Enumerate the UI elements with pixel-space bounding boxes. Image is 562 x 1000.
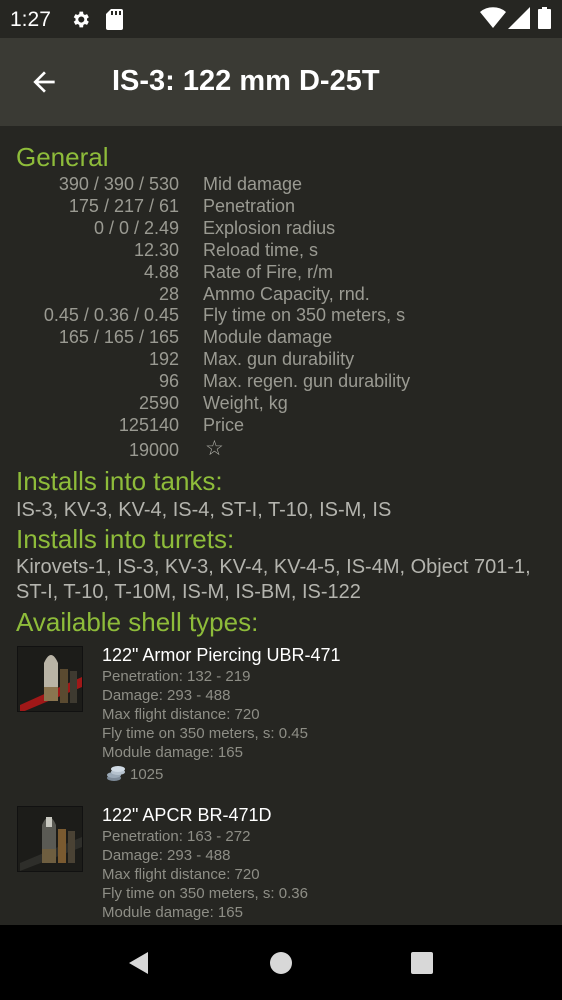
credits-icon — [107, 766, 125, 781]
stat-value: 0 / 0 / 2.49 — [93, 218, 179, 238]
shell-apcr-icon — [18, 807, 82, 871]
navigation-bar — [0, 925, 562, 1000]
shell-flytime: Fly time on 350 meters, s: 0.36 — [102, 885, 308, 902]
stat-value: 19000 — [128, 440, 179, 460]
stat-value: 175 / 217 / 61 — [68, 196, 179, 216]
stat-label: Ammo Capacity, rnd. — [203, 284, 370, 304]
shell-module-damage: Module damage: 165 — [102, 904, 243, 921]
shell-module-damage: Module damage: 165 — [102, 744, 243, 761]
stat-label: Max. regen. gun durability — [203, 371, 411, 391]
stat-label: Module damage — [203, 327, 333, 347]
stat-row: 390 / 390 / 530 Mid damage — [0, 174, 562, 196]
app-bar: IS-3: 122 mm D-25T — [0, 38, 562, 126]
turrets-heading: Installs into turrets: — [16, 524, 235, 554]
shell-name: 122" APCR BR-471D — [102, 805, 272, 825]
stat-label: Penetration — [203, 196, 296, 216]
shell-ap-image — [17, 646, 83, 712]
stat-row: 28 Ammo Capacity, rnd. — [0, 284, 562, 306]
stat-value: 165 / 165 / 165 — [58, 327, 179, 347]
shell-item[interactable]: 122" APCR BR-471D Penetration: 163 - 272… — [0, 805, 562, 925]
general-heading: General — [16, 142, 109, 172]
stat-value: 28 — [158, 284, 179, 304]
shell-name: 122" Armor Piercing UBR-471 — [102, 645, 341, 665]
status-bar: 1:27 — [0, 0, 562, 38]
stat-row: 165 / 165 / 165 Module damage — [0, 327, 562, 349]
shell-ap-icon — [18, 647, 82, 711]
tanks-heading: Installs into tanks: — [16, 466, 223, 496]
stat-value: 4.88 — [143, 262, 179, 282]
nav-recents-icon[interactable] — [409, 950, 435, 976]
stat-label: Price — [203, 415, 245, 435]
arrow-back-icon[interactable] — [28, 66, 60, 98]
shells-heading: Available shell types: — [16, 607, 259, 637]
shell-item[interactable]: 122" Armor Piercing UBR-471 Penetration:… — [0, 645, 562, 785]
shell-penetration: Penetration: 163 - 272 — [102, 828, 251, 845]
stat-label: Rate of Fire, r/m — [203, 262, 334, 282]
sd-card-icon — [106, 9, 123, 30]
stat-row: 192 Max. gun durability — [0, 349, 562, 371]
nav-home-icon[interactable] — [268, 950, 294, 976]
stat-row: 4.88 Rate of Fire, r/m — [0, 262, 562, 284]
stat-value: 12.30 — [133, 240, 179, 260]
gear-icon — [73, 11, 89, 28]
stat-value: 192 — [148, 349, 179, 369]
shell-distance: Max flight distance: 720 — [102, 866, 260, 883]
shell-penetration: Penetration: 132 - 219 — [102, 668, 251, 685]
stat-value: 2590 — [138, 393, 179, 413]
shell-distance: Max flight distance: 720 — [102, 706, 260, 723]
stat-row: 12.30 Reload time, s — [0, 240, 562, 262]
shell-apcr-image — [17, 806, 83, 872]
tanks-list: IS-3, KV-3, KV-4, IS-4, ST-I, T-10, IS-M… — [16, 499, 392, 521]
stat-label: Max. gun durability — [203, 349, 355, 369]
shell-flytime: Fly time on 350 meters, s: 0.45 — [102, 725, 308, 742]
stat-value: 125140 — [118, 415, 179, 435]
star-icon: ☆ — [205, 437, 224, 460]
stat-value: 96 — [158, 371, 179, 391]
battery-icon — [538, 7, 551, 29]
nav-back-icon[interactable] — [126, 950, 152, 976]
shell-price: 1025 — [130, 766, 164, 783]
stat-label: Mid damage — [203, 174, 303, 194]
stat-row: 0.45 / 0.36 / 0.45 Fly time on 350 meter… — [0, 305, 562, 327]
stat-value: 390 / 390 / 530 — [58, 174, 179, 194]
turrets-list: Kirovets-1, IS-3, KV-3, KV-4, KV-4-5, IS… — [16, 556, 531, 603]
stat-row: 125140 Price — [0, 415, 562, 437]
stat-label: Reload time, s — [203, 240, 319, 260]
stat-value: 0.45 / 0.36 / 0.45 — [43, 305, 179, 325]
status-time: 1:27 — [10, 8, 51, 31]
stat-label: Explosion radius — [203, 218, 336, 238]
stat-row: 2590 Weight, kg — [0, 393, 562, 415]
stat-row: 96 Max. regen. gun durability — [0, 371, 562, 393]
stat-label: Weight, kg — [203, 393, 288, 413]
cell-signal-icon — [508, 7, 530, 29]
content-scroll[interactable]: General 390 / 390 / 530 Mid damage 175 /… — [0, 126, 562, 925]
shell-damage: Damage: 293 - 488 — [102, 847, 231, 864]
stat-row: 175 / 217 / 61 Penetration — [0, 196, 562, 218]
stat-label: Fly time on 350 meters, s — [203, 305, 406, 325]
wifi-icon — [480, 7, 506, 29]
shell-damage: Damage: 293 - 488 — [102, 687, 231, 704]
page-title: IS-3: 122 mm D-25T — [112, 65, 380, 97]
stat-row: 19000 ☆ — [0, 437, 562, 462]
stat-row: 0 / 0 / 2.49 Explosion radius — [0, 218, 562, 240]
